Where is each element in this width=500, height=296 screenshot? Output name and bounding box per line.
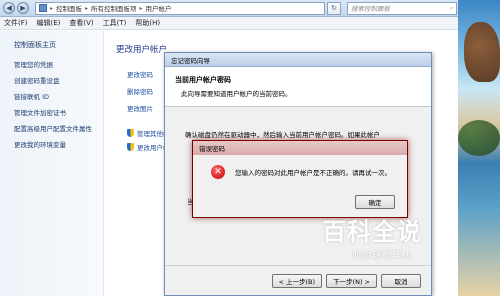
- sidebar-link-manage-credentials[interactable]: 管理您的凭据: [14, 59, 103, 69]
- wallpaper-rock: [464, 22, 500, 82]
- control-panel-icon: [39, 4, 47, 12]
- menu-bar: 文件(F) 编辑(E) 查看(V) 工具(T) 帮助(H): [0, 17, 458, 30]
- error-dialog-title: 错误密码: [193, 141, 407, 155]
- back-step-button[interactable]: < 上一步(B): [271, 273, 323, 288]
- wizard-title: 忘记密码向导: [165, 53, 431, 67]
- search-input[interactable]: 搜索控制面板 ⌕: [347, 1, 457, 15]
- wizard-header-subtitle: 此向导需要知道用户帐户的当前密码。: [181, 90, 292, 98]
- address-bar[interactable]: ▸ 控制面板 ▸ 所有控制面板项 ▸ 用户帐户: [35, 1, 325, 15]
- menu-tools[interactable]: 工具(T): [103, 18, 127, 28]
- breadcrumb-item[interactable]: 控制面板: [56, 3, 82, 13]
- breadcrumb-separator: ▸: [50, 4, 54, 12]
- search-icon: ⌕: [449, 3, 453, 12]
- error-icon: ✕: [211, 165, 225, 179]
- error-message: 您输入的密码对此用户帐户是不正确的。请再试一次。: [235, 169, 391, 177]
- navigation-bar: ◀ ▶ ▸ 控制面板 ▸ 所有控制面板项 ▸ 用户帐户 ↻ 搜索控制面板 ⌕: [0, 0, 458, 17]
- menu-help[interactable]: 帮助(H): [135, 18, 160, 28]
- watermark: 百科全说 助你轻松解决: [322, 212, 474, 272]
- breadcrumb-item[interactable]: 用户帐户: [146, 3, 172, 13]
- incorrect-password-dialog: 错误密码 ✕ 您输入的密码对此用户帐户是不正确的。请再试一次。 确定: [192, 140, 408, 218]
- wallpaper-foliage: [458, 120, 500, 156]
- search-placeholder: 搜索控制面板: [351, 5, 390, 13]
- watermark-main: 百科全说: [322, 218, 422, 246]
- forward-button[interactable]: ▶: [17, 2, 29, 14]
- refresh-button[interactable]: ↻: [327, 1, 341, 15]
- ok-button[interactable]: 确定: [355, 195, 395, 209]
- next-step-button[interactable]: 下一步(N) >: [326, 273, 377, 288]
- sidebar-home-link[interactable]: 控制面板主页: [14, 40, 103, 50]
- error-dialog-footer: 确定: [355, 195, 395, 209]
- menu-file[interactable]: 文件(F): [4, 18, 28, 28]
- sidebar-link-profile-properties[interactable]: 配置高级用户配置文件属性: [14, 123, 103, 133]
- wizard-header: 当前用户帐户密码 此向导需要知道用户帐户的当前密码。: [165, 67, 431, 107]
- cancel-button[interactable]: 取消: [381, 273, 421, 288]
- back-button[interactable]: ◀: [3, 2, 15, 14]
- sidebar-link-online-id[interactable]: 链接联机 ID: [14, 91, 103, 101]
- breadcrumb-separator: ▸: [139, 4, 143, 12]
- breadcrumb-item[interactable]: 所有控制面板项: [91, 3, 137, 13]
- menu-view[interactable]: 查看(V): [69, 18, 93, 28]
- menu-edit[interactable]: 编辑(E): [37, 18, 61, 28]
- wizard-instructions: 确认磁盘仍然在驱动器中，然后输入当前用户帐户密码。如果此帐户: [185, 131, 380, 139]
- wizard-header-title: 当前用户帐户密码: [175, 76, 231, 84]
- sidebar: 控制面板主页 管理您的凭据 创建密码重设盘 链接联机 ID 管理文件加密证书 配…: [0, 31, 104, 296]
- uac-shield-icon: [127, 129, 134, 137]
- watermark-sub: 助你轻松解决: [352, 251, 413, 261]
- sidebar-link-create-reset-disk[interactable]: 创建密码重设盘: [14, 75, 103, 85]
- uac-shield-icon: [127, 143, 134, 151]
- error-dialog-body: ✕ 您输入的密码对此用户帐户是不正确的。请再试一次。: [211, 165, 391, 179]
- sidebar-link-env-variables[interactable]: 更改我的环境变量: [14, 139, 103, 149]
- breadcrumb-separator: ▸: [85, 4, 89, 12]
- sidebar-link-encryption-certs[interactable]: 管理文件加密证书: [14, 107, 103, 117]
